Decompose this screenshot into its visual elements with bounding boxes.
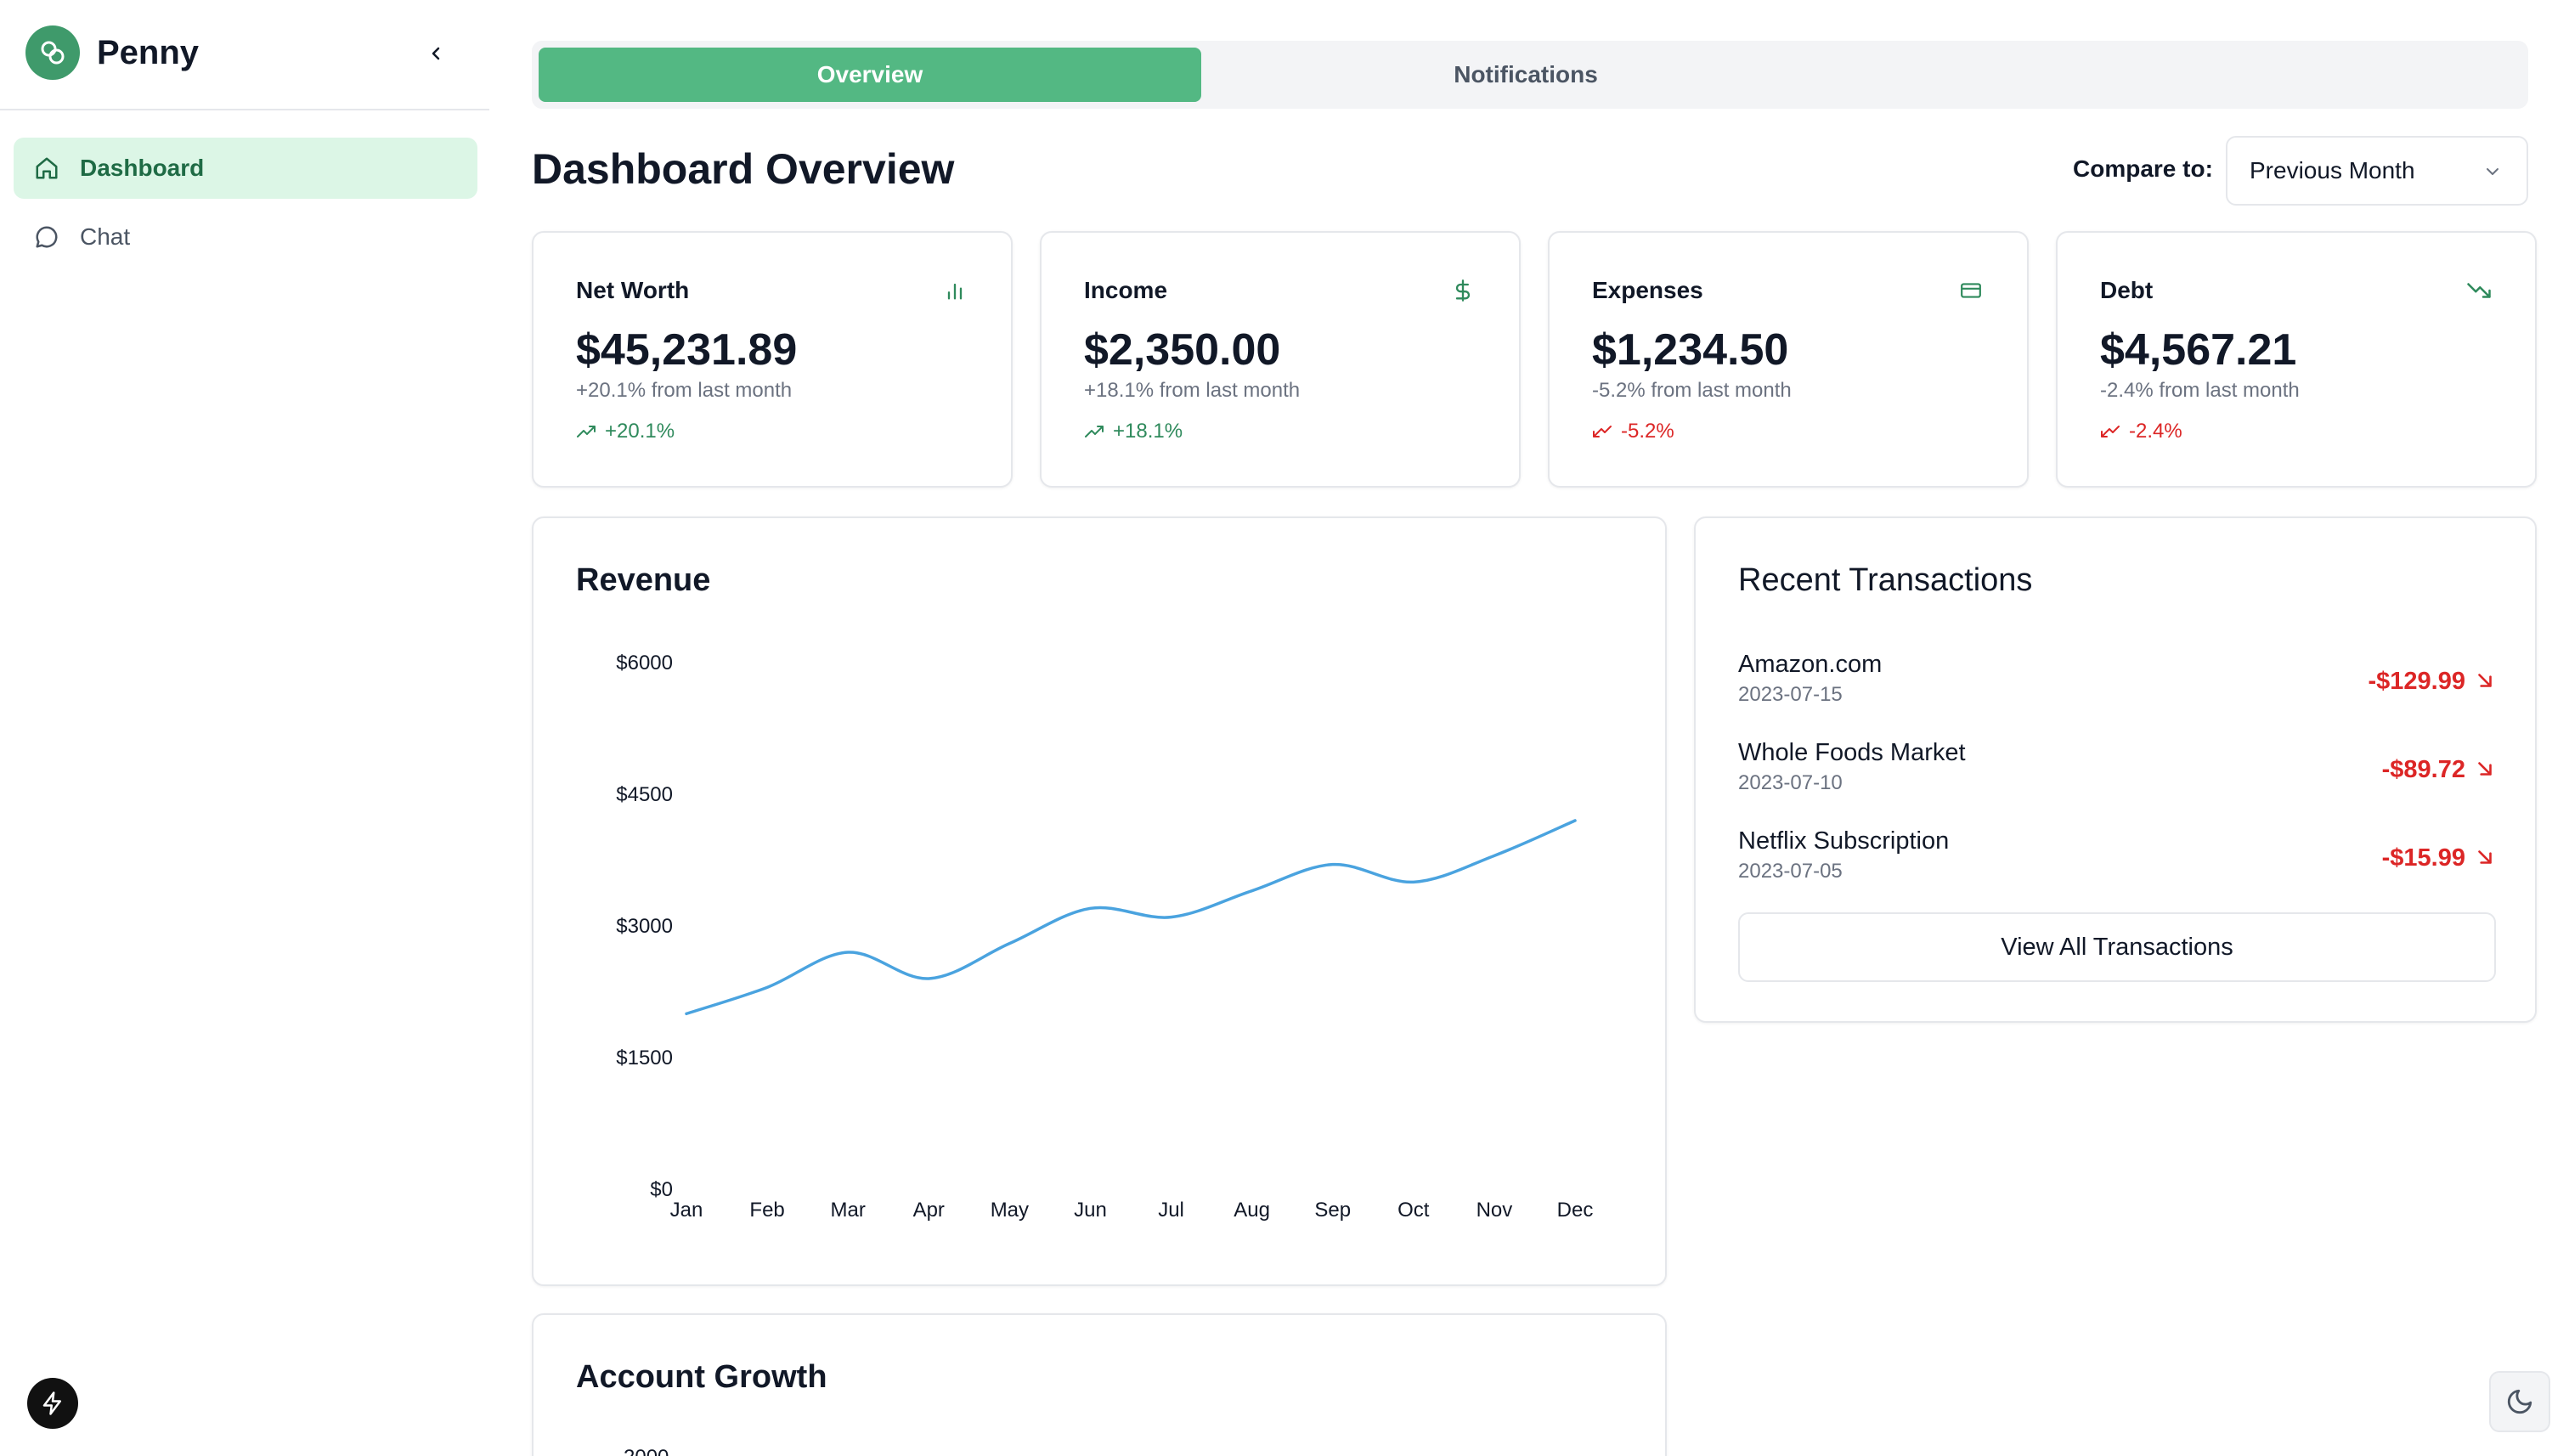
x-tick-label: Aug — [1234, 1199, 1270, 1222]
penny-logo-icon — [25, 25, 80, 80]
recent-transactions-card: Recent Transactions Amazon.com 2023-07-1… — [1694, 516, 2537, 1023]
stat-value: $1,234.50 — [1592, 325, 1789, 375]
sidebar-item-chat[interactable]: Chat — [14, 206, 477, 268]
stat-value: $45,231.89 — [576, 325, 798, 375]
stat-subtext: -5.2% from last month — [1592, 379, 1792, 402]
x-tick-label: Dec — [1557, 1199, 1594, 1222]
moon-icon — [2507, 1389, 2532, 1414]
x-tick-label: Sep — [1314, 1199, 1351, 1222]
stat-change: +20.1% — [576, 420, 675, 443]
brand[interactable]: Penny — [25, 25, 199, 80]
compare-select-value: Previous Month — [2250, 157, 2415, 183]
x-tick-label: Oct — [1397, 1199, 1430, 1222]
sidebar-item-label: Dashboard — [80, 155, 205, 181]
quick-action-button[interactable] — [27, 1378, 78, 1429]
account-growth-title: Account Growth — [576, 1359, 827, 1395]
x-tick-label: Nov — [1476, 1199, 1513, 1222]
lightning-icon — [42, 1391, 61, 1415]
tab-notifications[interactable]: Notifications — [1194, 48, 1857, 102]
transaction-name: Whole Foods Market — [1738, 739, 1966, 766]
stat-value: $4,567.21 — [2100, 325, 2297, 375]
home-icon — [32, 154, 61, 183]
y-tick-label: $3000 — [616, 915, 673, 938]
chevron-down-icon — [2487, 168, 2498, 175]
transaction-amount: -$129.99 — [2368, 668, 2466, 695]
credit-card-icon — [1957, 277, 1985, 304]
trending-down-icon — [2100, 423, 2122, 440]
brand-name: Penny — [97, 33, 200, 71]
stat-title: Debt — [2100, 277, 2154, 303]
x-tick-label: Jan — [670, 1199, 703, 1222]
stat-title: Net Worth — [576, 277, 690, 303]
arrow-down-right-icon — [2478, 762, 2492, 776]
page-title: Dashboard Overview — [532, 145, 955, 193]
x-tick-label: Apr — [913, 1199, 945, 1222]
collapse-sidebar-button[interactable] — [420, 37, 452, 70]
transaction-date: 2023-07-05 — [1738, 860, 1843, 883]
sidebar-divider — [0, 109, 489, 110]
chevron-left-icon — [432, 47, 440, 60]
account-growth-card: Account Growth 2000 — [532, 1313, 1667, 1456]
transaction-date: 2023-07-15 — [1738, 683, 1843, 706]
chat-icon — [32, 223, 61, 251]
stat-change-value: -2.4% — [2129, 420, 2182, 443]
stat-card-net-worth: Net Worth $45,231.89 +20.1% from last mo… — [532, 231, 1013, 488]
stat-title: Income — [1084, 277, 1168, 303]
transaction-date: 2023-07-10 — [1738, 771, 1843, 794]
transactions-title: Recent Transactions — [1738, 562, 2033, 598]
stat-value: $2,350.00 — [1084, 325, 1281, 375]
bar-chart-icon — [941, 277, 968, 304]
trending-down-icon — [1592, 423, 1614, 440]
growth-y-tick-label: 2000 — [624, 1446, 669, 1456]
trending-up-icon — [576, 423, 598, 440]
transaction-amount: -$15.99 — [2381, 844, 2465, 872]
stat-change-value: -5.2% — [1621, 420, 1674, 443]
trending-up-icon — [1084, 423, 1106, 440]
view-all-transactions-button[interactable]: View All Transactions — [1738, 912, 2496, 982]
y-tick-label: $1500 — [616, 1047, 673, 1069]
y-tick-label: $6000 — [616, 652, 673, 674]
transaction-row[interactable]: Whole Foods Market 2023-07-10 -$89.72 — [1738, 739, 2496, 807]
stat-card-debt: Debt $4,567.21 -2.4% from last month -2.… — [2056, 231, 2537, 488]
stat-subtext: +18.1% from last month — [1084, 379, 1301, 402]
stat-change: -5.2% — [1592, 420, 1674, 443]
y-tick-label: $4500 — [616, 783, 673, 806]
transaction-amount: -$89.72 — [2381, 756, 2465, 783]
x-tick-label: Jul — [1158, 1199, 1184, 1222]
arrow-down-right-icon — [2478, 674, 2492, 687]
stat-card-expenses: Expenses $1,234.50 -5.2% from last month… — [1548, 231, 2029, 488]
theme-toggle-button[interactable] — [2489, 1371, 2550, 1432]
transaction-row[interactable]: Amazon.com 2023-07-15 -$129.99 — [1738, 651, 2496, 719]
arrow-down-right-icon — [2478, 850, 2492, 864]
revenue-chart: $0 $1500 $3000 $4500 $6000 Jan Feb Mar Apr May Jun… — [616, 652, 1594, 1222]
compare-label: Compare to: — [2073, 155, 2213, 182]
trending-down-icon — [2465, 277, 2493, 304]
y-tick-label: $0 — [650, 1178, 673, 1201]
stat-change: -2.4% — [2100, 420, 2182, 443]
stat-subtext: -2.4% from last month — [2100, 379, 2300, 402]
sidebar-item-dashboard[interactable]: Dashboard — [14, 138, 477, 199]
tab-overview[interactable]: Overview — [539, 48, 1201, 102]
revenue-card: Revenue $0 $1500 $3000 $4500 $6000 Jan Feb Mar A… — [532, 516, 1667, 1286]
transaction-name: Netflix Subscription — [1738, 827, 1950, 855]
sidebar-item-label: Chat — [80, 223, 131, 250]
x-tick-label: Feb — [749, 1199, 784, 1222]
stat-card-income: Income $2,350.00 +18.1% from last month … — [1040, 231, 1521, 488]
stat-change: +18.1% — [1084, 420, 1183, 443]
x-tick-label: Jun — [1074, 1199, 1107, 1222]
stat-subtext: +20.1% from last month — [576, 379, 793, 402]
compare-select[interactable]: Previous Month — [2226, 136, 2528, 206]
stat-title: Expenses — [1592, 277, 1703, 303]
dollar-icon — [1449, 277, 1476, 304]
revenue-series-line — [685, 819, 1577, 1016]
stat-change-value: +20.1% — [605, 420, 675, 443]
transaction-name: Amazon.com — [1738, 651, 1883, 678]
sidebar: Penny Dashboard Chat — [0, 0, 489, 1456]
tab-bar: Overview Notifications — [532, 41, 2528, 109]
x-tick-label: May — [991, 1199, 1029, 1222]
x-tick-label: Mar — [831, 1199, 866, 1222]
transaction-row[interactable]: Netflix Subscription 2023-07-05 -$15.99 — [1738, 827, 2496, 895]
stat-change-value: +18.1% — [1113, 420, 1183, 443]
